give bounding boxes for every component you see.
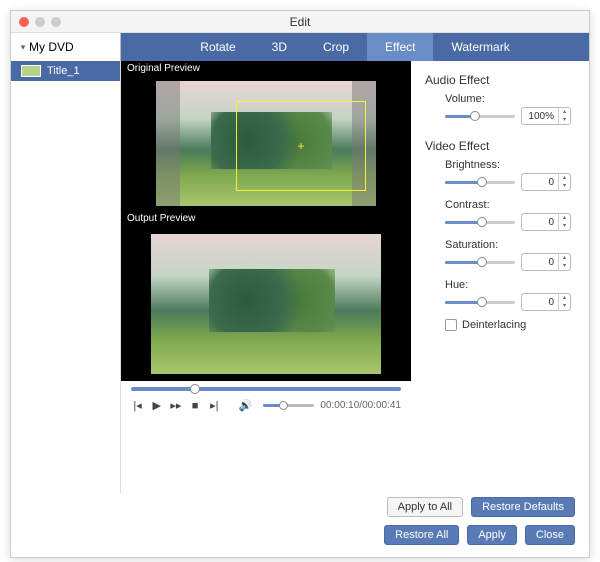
apply-button[interactable]: Apply <box>467 525 517 545</box>
saturation-up-icon[interactable]: ▴ <box>559 254 570 262</box>
deinterlacing-checkbox[interactable] <box>445 319 457 331</box>
contrast-spinner[interactable]: 0▴▾ <box>521 213 571 231</box>
hue-knob[interactable] <box>477 297 487 307</box>
hue-label: Hue: <box>445 279 575 291</box>
output-preview <box>121 226 411 381</box>
edit-window: Edit ▾ My DVD Rotate 3D Crop Effect Wate… <box>10 10 590 558</box>
apply-to-all-button[interactable]: Apply to All <box>387 497 463 517</box>
maximize-window-icon[interactable] <box>51 17 61 27</box>
preview-column: Original Preview + Output Preview <box>121 61 411 493</box>
play-icon[interactable]: ▶ <box>150 399 163 412</box>
effects-panel: Audio Effect Volume: 100% ▴▾ Vi <box>411 61 589 493</box>
tab-3d[interactable]: 3D <box>254 33 305 61</box>
saturation-spinner[interactable]: 0▴▾ <box>521 253 571 271</box>
hue-spinner[interactable]: 0▴▾ <box>521 293 571 311</box>
tab-effect[interactable]: Effect <box>367 33 433 61</box>
volume-knob[interactable] <box>470 111 480 121</box>
tab-watermark[interactable]: Watermark <box>433 33 527 61</box>
prev-frame-icon[interactable]: |◂ <box>131 399 144 412</box>
collapse-icon[interactable]: ▾ <box>17 42 29 53</box>
brightness-knob[interactable] <box>477 177 487 187</box>
contrast-label: Contrast: <box>445 199 575 211</box>
output-preview-label: Output Preview <box>121 211 411 226</box>
contrast-down-icon[interactable]: ▾ <box>559 222 570 230</box>
brightness-down-icon[interactable]: ▾ <box>559 182 570 190</box>
crop-center-icon: + <box>297 139 304 153</box>
original-video-frame: + <box>156 81 376 206</box>
traffic-lights <box>11 17 61 27</box>
brightness-slider[interactable] <box>445 181 515 184</box>
timeline-track[interactable] <box>131 387 401 391</box>
volume-value: 100% <box>522 111 558 122</box>
hue-slider[interactable] <box>445 301 515 304</box>
body: Title_1 Original Preview + Output Previe <box>11 61 589 493</box>
volume-down-icon[interactable]: ▾ <box>559 116 570 124</box>
minimize-window-icon[interactable] <box>35 17 45 27</box>
crop-rectangle[interactable]: + <box>236 101 366 191</box>
close-window-icon[interactable] <box>19 17 29 27</box>
video-effect-title: Video Effect <box>425 139 575 153</box>
restore-all-button[interactable]: Restore All <box>384 525 459 545</box>
tab-bar: Rotate 3D Crop Effect Watermark <box>121 33 589 61</box>
main: Original Preview + Output Preview <box>121 61 589 493</box>
sidebar-item-label: Title_1 <box>47 65 80 77</box>
tab-crop[interactable]: Crop <box>305 33 367 61</box>
window-title: Edit <box>11 15 589 29</box>
volume-icon[interactable]: 🔊 <box>239 399 253 412</box>
close-button[interactable]: Close <box>525 525 575 545</box>
tab-rotate[interactable]: Rotate <box>182 33 253 61</box>
playback-volume-slider[interactable] <box>263 404 315 407</box>
volume-spinner[interactable]: 100% ▴▾ <box>521 107 571 125</box>
topbar: ▾ My DVD Rotate 3D Crop Effect Watermark <box>11 33 589 61</box>
volume-label: Volume: <box>445 93 575 105</box>
saturation-knob[interactable] <box>477 257 487 267</box>
brightness-spinner[interactable]: 0▴▾ <box>521 173 571 191</box>
hue-value: 0 <box>522 297 558 308</box>
contrast-up-icon[interactable]: ▴ <box>559 214 570 222</box>
saturation-value: 0 <box>522 257 558 268</box>
brightness-label: Brightness: <box>445 159 575 171</box>
contrast-value: 0 <box>522 217 558 228</box>
hue-down-icon[interactable]: ▾ <box>559 302 570 310</box>
saturation-label: Saturation: <box>445 239 575 251</box>
next-frame-icon[interactable]: ▸| <box>208 399 221 412</box>
restore-defaults-button[interactable]: Restore Defaults <box>471 497 575 517</box>
hue-up-icon[interactable]: ▴ <box>559 294 570 302</box>
timeline-playhead[interactable] <box>190 384 200 394</box>
sidebar: Title_1 <box>11 61 121 493</box>
playback-controls: |◂ ▶ ▸▸ ■ ▸| 🔊 00:00:10/00:00:41 <box>121 395 411 420</box>
fast-forward-icon[interactable]: ▸▸ <box>169 399 182 412</box>
audio-effect-title: Audio Effect <box>425 73 575 87</box>
disc-label: My DVD <box>29 40 74 54</box>
button-row-1: Apply to All Restore Defaults <box>11 493 589 517</box>
brightness-up-icon[interactable]: ▴ <box>559 174 570 182</box>
stop-icon[interactable]: ■ <box>189 400 202 412</box>
volume-slider[interactable] <box>445 115 515 118</box>
brightness-value: 0 <box>522 177 558 188</box>
contrast-knob[interactable] <box>477 217 487 227</box>
volume-up-icon[interactable]: ▴ <box>559 108 570 116</box>
timeline[interactable] <box>121 381 411 395</box>
saturation-down-icon[interactable]: ▾ <box>559 262 570 270</box>
saturation-slider[interactable] <box>445 261 515 264</box>
original-preview-label: Original Preview <box>121 61 411 76</box>
playback-volume-knob[interactable] <box>279 401 288 410</box>
disc-header[interactable]: ▾ My DVD <box>11 33 121 61</box>
footer-buttons: Restore All Apply Close <box>11 517 589 557</box>
contrast-slider[interactable] <box>445 221 515 224</box>
output-video-frame <box>151 234 381 374</box>
deinterlacing-label: Deinterlacing <box>462 319 526 331</box>
title-thumbnail <box>21 65 41 77</box>
original-preview: + <box>121 76 411 211</box>
timecode: 00:00:10/00:00:41 <box>320 400 401 411</box>
titlebar: Edit <box>11 11 589 33</box>
sidebar-item-title1[interactable]: Title_1 <box>11 61 120 81</box>
